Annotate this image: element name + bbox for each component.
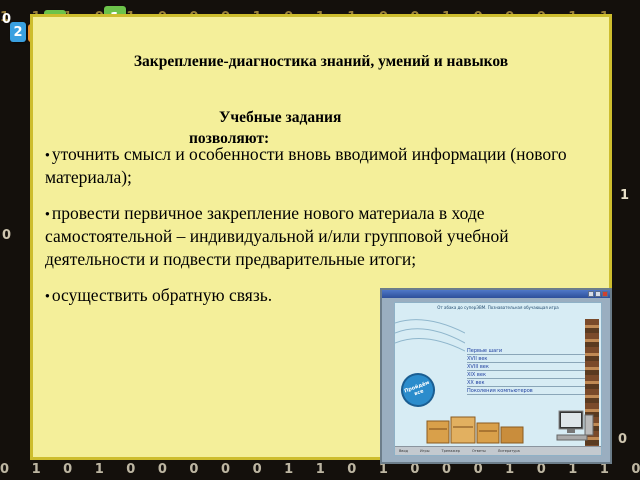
program-content: От абака до суперЭВМ. Познавательная обу… (394, 302, 602, 456)
program-menu-item: XIX век (467, 371, 585, 379)
program-menu-item: Первые шаги (467, 347, 585, 355)
program-menu-item: XVIII век (467, 363, 585, 371)
seal-badge: Пройдём все (396, 368, 440, 412)
bullet-icon: ● (45, 150, 50, 159)
program-menu-item: Поколения компьютеров (467, 387, 585, 395)
background-digit-right: 1 (620, 188, 630, 203)
minimize-icon (588, 291, 594, 297)
decorative-lines-icon (395, 319, 465, 352)
bottom-bar-item: Ввод (399, 449, 409, 453)
logo-digit: 2 (10, 22, 26, 42)
background-digit-corner: 0 (2, 12, 12, 27)
computer-icon (556, 410, 594, 441)
program-menu-item: XVII век (467, 355, 585, 363)
bottom-bar-item: Игры (420, 449, 430, 453)
window-titlebar (382, 290, 610, 298)
background-digit-left: 0 (2, 228, 12, 243)
list-item: ● провести первичное закрепление нового м… (45, 202, 605, 271)
bottom-bar-item: Тренажер (441, 449, 460, 453)
maximize-icon (595, 291, 601, 297)
bullet-text: осуществить обратную связь. (51, 285, 273, 305)
window-controls (588, 291, 608, 297)
bottom-bar-item: Ответы (471, 449, 486, 453)
program-caption: От абака до суперЭВМ. Познавательная обу… (437, 305, 559, 310)
program-menu: Первые шаги XVII век XVIII век XIX век X… (467, 347, 585, 395)
program-bottom-bar: Ввод Игры Тренажер Ответы Литература (395, 446, 601, 455)
background-digits-bottom: 0 1 0 1 0 0 0 0 0 1 1 0 1 0 0 0 1 0 1 1 … (0, 462, 640, 477)
program-screenshot: От абака до суперЭВМ. Познавательная обу… (380, 288, 612, 464)
list-item: ● уточнить смысл и особенности вновь ввод… (45, 143, 605, 189)
bullet-text: провести первичное закрепление нового ма… (45, 203, 509, 269)
bottom-bar-item: Литература (497, 449, 520, 453)
bullet-text: уточнить смысл и особенности вновь вводи… (45, 144, 567, 187)
subheading-line-1: Учебные задания (219, 109, 342, 126)
close-icon (602, 291, 608, 297)
abacus-crates-icon (426, 416, 524, 444)
bullet-icon: ● (45, 209, 50, 218)
program-menu-item: XX век (467, 379, 585, 387)
bullet-icon: ● (45, 291, 50, 300)
slide-heading: Закрепление-диагностика знаний, умений и… (133, 53, 509, 70)
background-digit-right-low: 0 (618, 432, 628, 447)
